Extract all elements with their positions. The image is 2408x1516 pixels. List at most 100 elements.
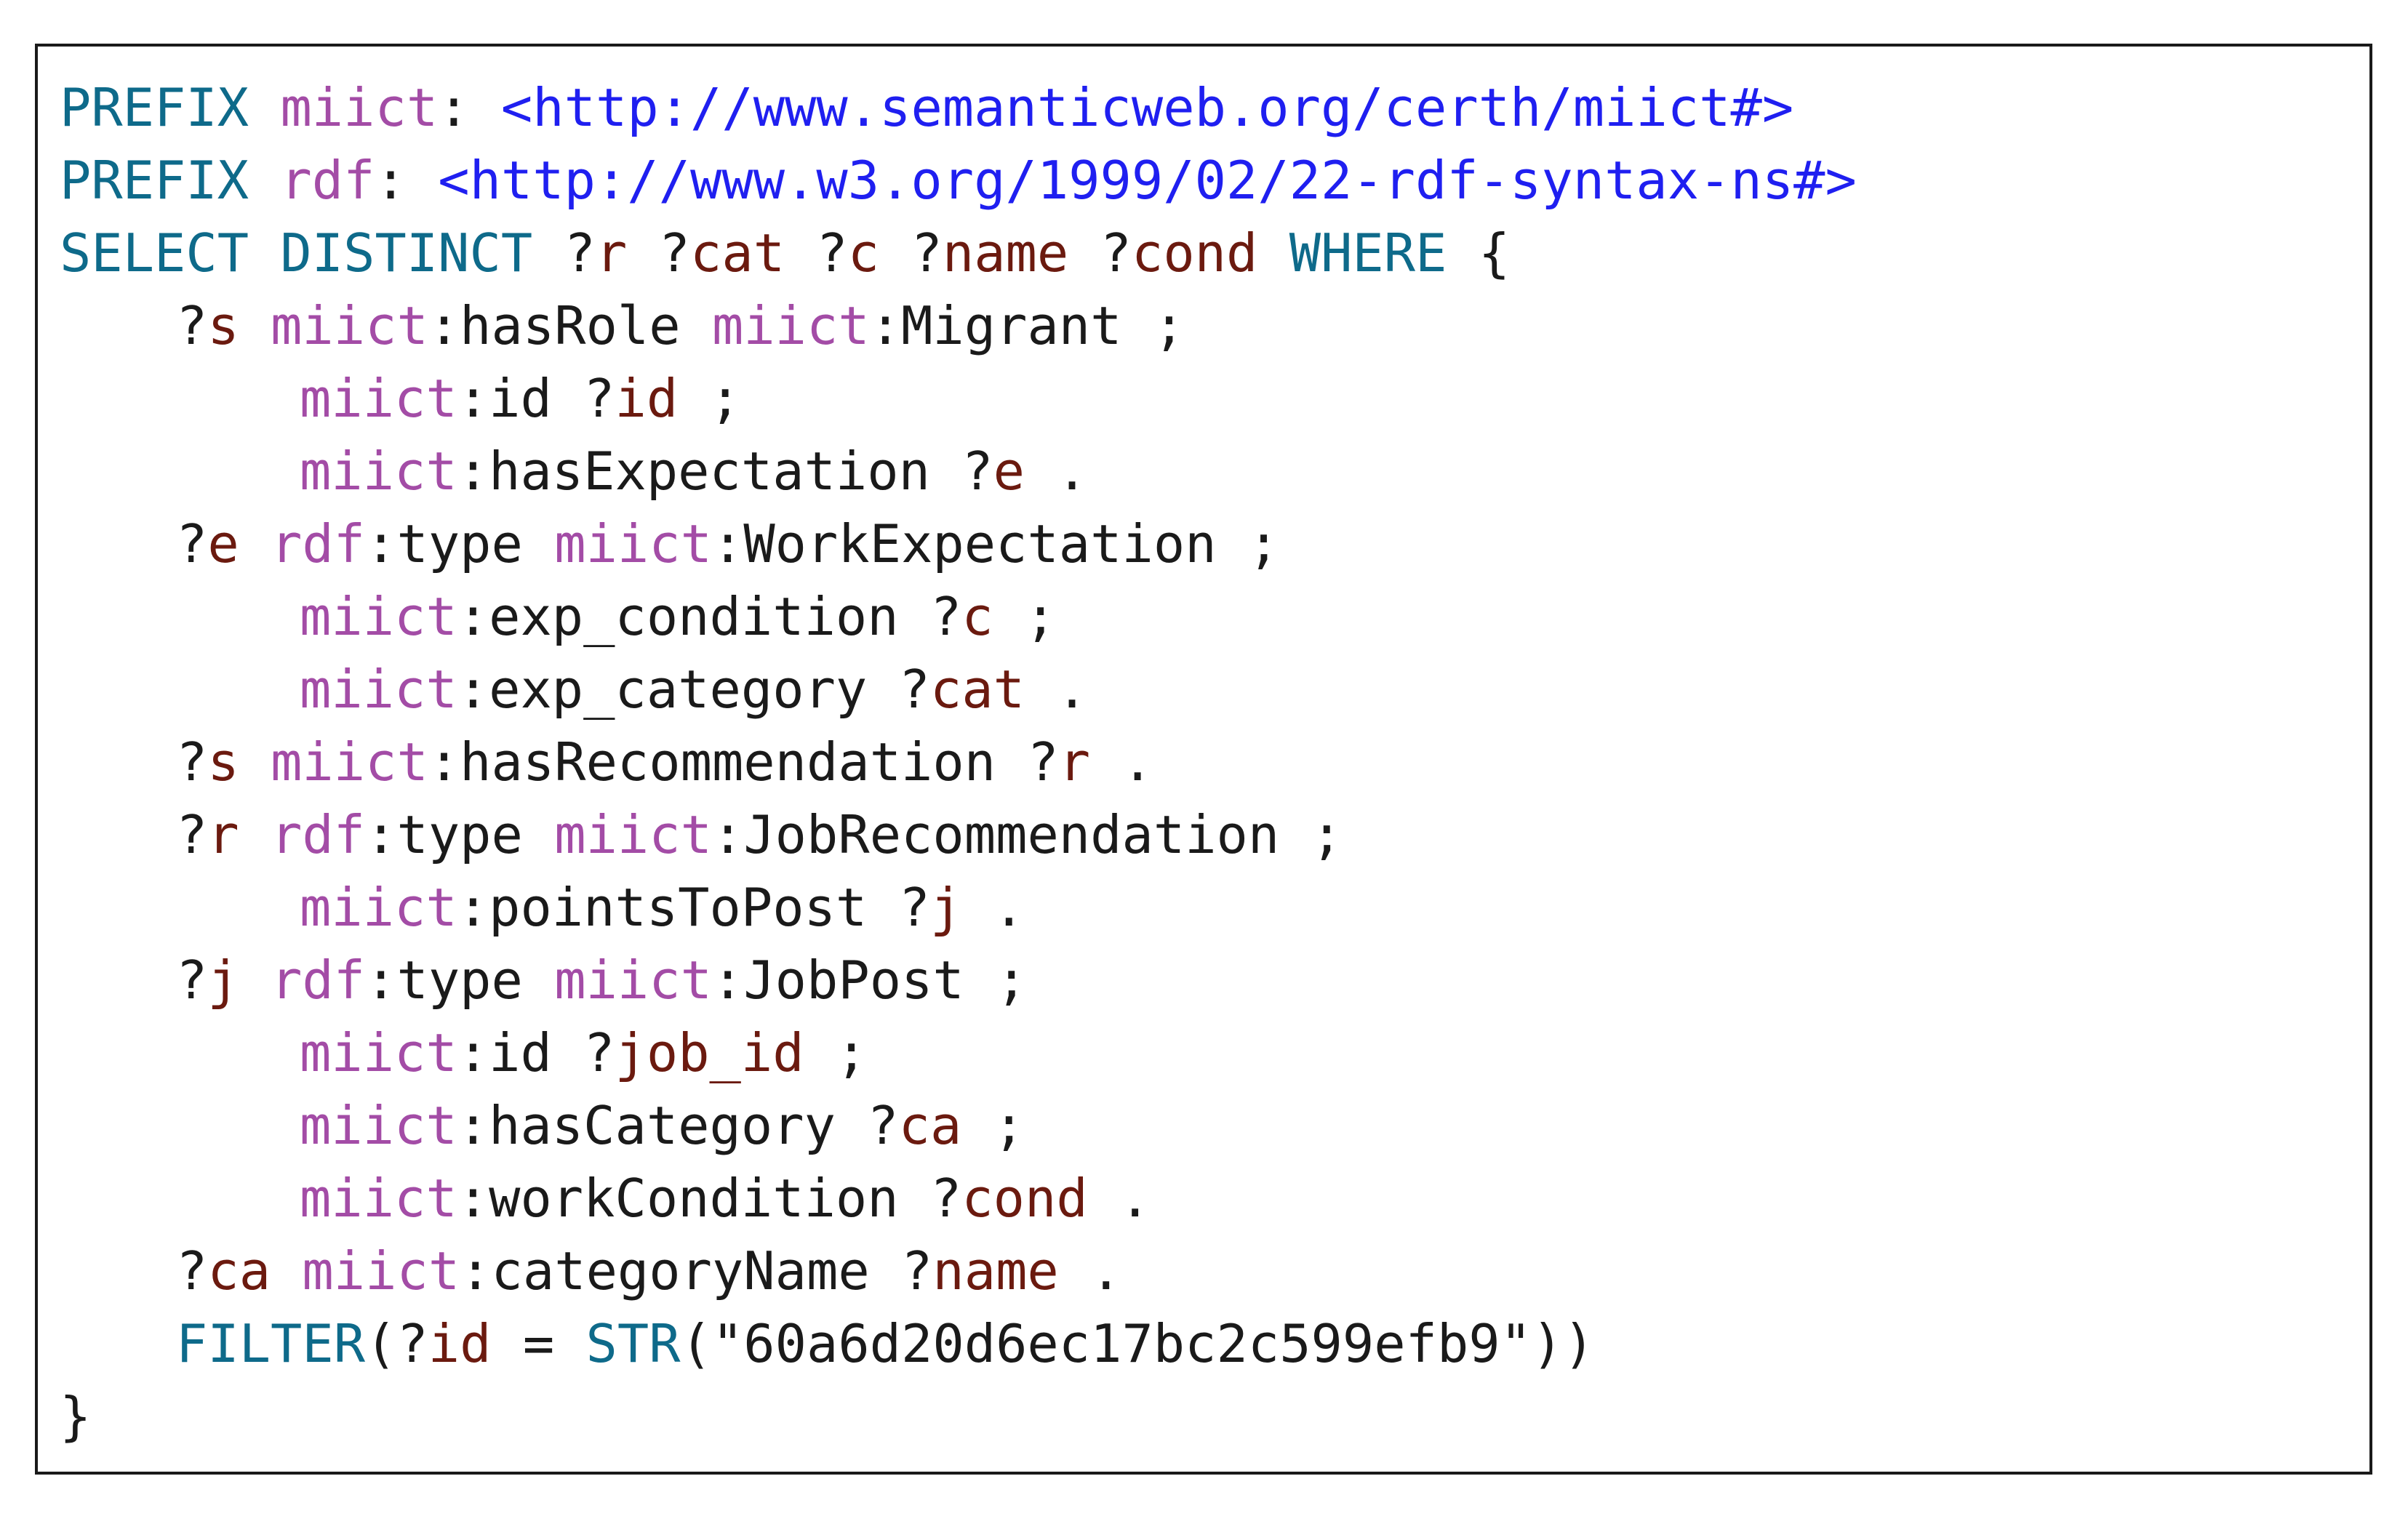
var-marker: ?	[911, 222, 943, 284]
code-line: SELECT DISTINCT ?r ?cat ?c ?name ?cond W…	[60, 217, 1857, 289]
predicate: :hasCategory ?	[457, 1095, 899, 1156]
variable: r	[207, 804, 239, 865]
prefix-name: miict	[300, 368, 457, 429]
terminator: ;	[993, 586, 1057, 647]
predicate: :hasRecommendation ?	[428, 731, 1059, 793]
prefix-name: miict	[554, 804, 712, 865]
code-line: ?j rdf:type miict:JobPost ;	[60, 944, 1857, 1016]
namespace-iri: <http://www.w3.org/1999/02/22-rdf-syntax…	[438, 150, 1857, 211]
string-literal: ("60a6d20d6ec17bc2c599efb9"))	[680, 1313, 1595, 1374]
predicate: :workCondition ?	[457, 1168, 962, 1229]
code-line: miict:id ?job_id ;	[60, 1016, 1857, 1089]
prefix-name: miict	[554, 950, 712, 1011]
select-keyword: SELECT DISTINCT	[60, 222, 533, 284]
prefix-name: miict	[554, 513, 712, 574]
filter-keyword: FILTER	[176, 1313, 366, 1374]
predicate: :exp_category ?	[457, 659, 930, 720]
prefix-name: miict	[300, 586, 457, 647]
code-line: FILTER(?id = STR("60a6d20d6ec17bc2c599ef…	[60, 1307, 1857, 1380]
var-marker: ?	[176, 950, 208, 1011]
var-marker: ?	[816, 222, 848, 284]
variable: cat	[690, 222, 785, 284]
var-marker: ?	[176, 513, 208, 574]
code-line: ?s miict:hasRecommendation ?r .	[60, 726, 1857, 798]
code-line: PREFIX rdf: <http://www.w3.org/1999/02/2…	[60, 144, 1857, 217]
terminator: ;	[804, 1022, 868, 1083]
variable: e	[207, 513, 239, 574]
predicate: :type	[365, 950, 523, 1011]
terminator: .	[1087, 1168, 1151, 1229]
where-keyword: WHERE	[1289, 222, 1447, 284]
str-function: STR	[585, 1313, 681, 1374]
code-line: miict:id ?id ;	[60, 362, 1857, 435]
variable: name	[942, 222, 1069, 284]
prefix-name: miict	[711, 295, 870, 356]
variable: cat	[929, 659, 1025, 720]
term: :JobPost ;	[711, 950, 1028, 1011]
terminator: ;	[961, 1095, 1025, 1156]
sparql-query: PREFIX miict: <http://www.semanticweb.or…	[60, 71, 1857, 1453]
prefix-name: miict	[300, 659, 457, 720]
variable: cond	[1131, 222, 1258, 284]
variable: job_id	[615, 1022, 804, 1083]
var-marker: ?	[176, 1240, 208, 1302]
variable: id	[428, 1313, 492, 1374]
terminator: .	[1025, 441, 1088, 502]
prefix-name: miict	[300, 441, 457, 502]
predicate: :type	[365, 804, 523, 865]
terminator: .	[961, 877, 1025, 938]
variable: id	[615, 368, 679, 429]
prefix-name: miict	[300, 877, 457, 938]
predicate: :hasRole	[428, 295, 681, 356]
prefix-name: rdf	[271, 804, 366, 865]
code-line: ?r rdf:type miict:JobRecommendation ;	[60, 798, 1857, 871]
predicate: :id ?	[457, 368, 615, 429]
code-listing-frame: PREFIX miict: <http://www.semanticweb.or…	[35, 44, 2372, 1475]
predicate: :id ?	[457, 1022, 615, 1083]
var-marker: ?	[176, 731, 208, 793]
close-brace: }	[60, 1386, 92, 1447]
code-line: miict:pointsToPost ?j .	[60, 871, 1857, 944]
variable: ca	[898, 1095, 962, 1156]
prefix-name: miict	[300, 1095, 457, 1156]
var-marker: ?	[176, 295, 208, 356]
term: :Migrant ;	[869, 295, 1185, 356]
prefix-keyword: PREFIX	[60, 150, 249, 211]
term: :JobRecommendation ;	[711, 804, 1343, 865]
terminator: .	[1025, 659, 1088, 720]
variable: r	[595, 222, 628, 284]
variable: e	[993, 441, 1025, 502]
predicate: :categoryName ?	[460, 1240, 933, 1302]
code-line: miict:exp_category ?cat .	[60, 653, 1857, 726]
variable: c	[847, 222, 880, 284]
prefix-name: miict	[271, 295, 428, 356]
variable: r	[1058, 731, 1091, 793]
namespace-iri: <http://www.semanticweb.org/certh/miict#…	[500, 77, 1794, 138]
prefix-name: miict	[300, 1168, 457, 1229]
code-line: }	[60, 1380, 1857, 1453]
variable: s	[207, 295, 239, 356]
equals-operator: =	[491, 1313, 586, 1374]
open-brace: {	[1478, 222, 1511, 284]
filter-open: (?	[365, 1313, 428, 1374]
term: :WorkExpectation ;	[711, 513, 1280, 574]
code-line: miict:workCondition ?cond .	[60, 1162, 1857, 1235]
variable: j	[929, 877, 962, 938]
variable: name	[932, 1240, 1059, 1302]
colon: :	[375, 150, 407, 211]
var-marker: ?	[176, 804, 208, 865]
predicate: :pointsToPost ?	[457, 877, 930, 938]
var-marker: ?	[564, 222, 596, 284]
var-marker: ?	[658, 222, 691, 284]
code-line: miict:exp_condition ?c ;	[60, 580, 1857, 653]
code-line: PREFIX miict: <http://www.semanticweb.or…	[60, 71, 1857, 144]
code-line: miict:hasCategory ?ca ;	[60, 1089, 1857, 1162]
prefix-name: rdf	[280, 150, 375, 211]
prefix-name: miict	[280, 77, 439, 138]
terminator: .	[1090, 731, 1153, 793]
variable: ca	[207, 1240, 271, 1302]
predicate: :hasExpectation ?	[457, 441, 993, 502]
prefix-keyword: PREFIX	[60, 77, 249, 138]
prefix-name: miict	[271, 731, 428, 793]
colon: :	[438, 77, 470, 138]
